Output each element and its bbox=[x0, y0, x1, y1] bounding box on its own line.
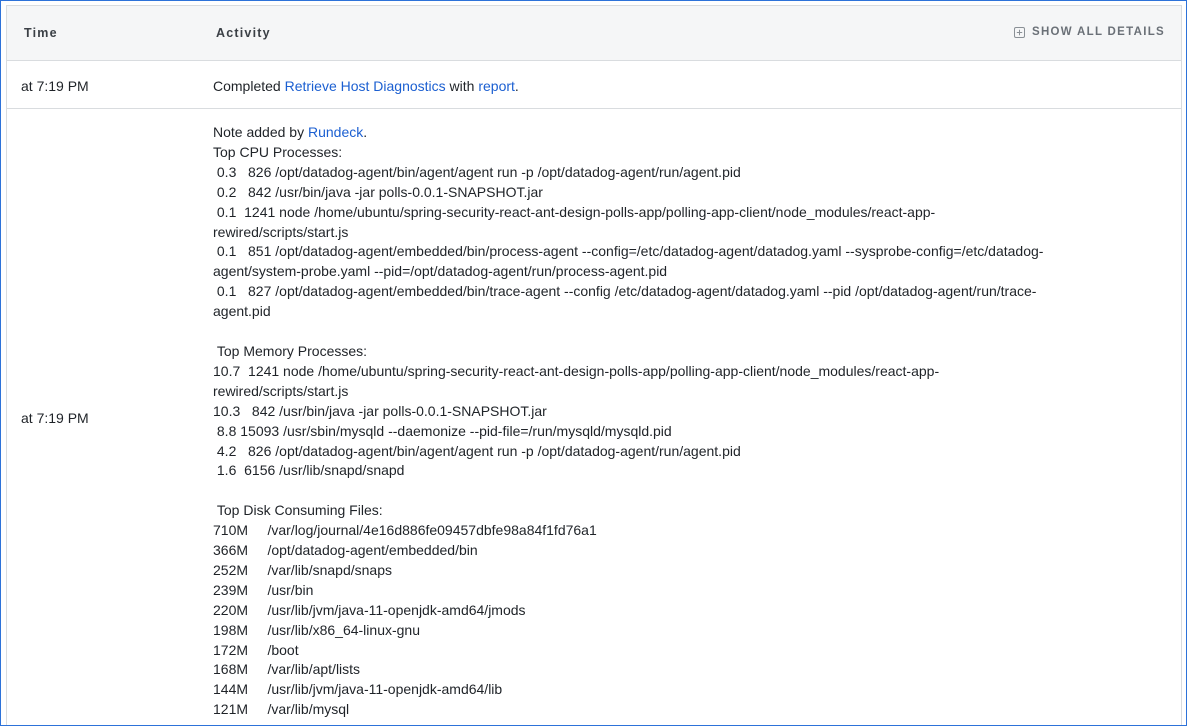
note-suffix: . bbox=[363, 124, 368, 140]
note-author-link[interactable]: Rundeck bbox=[308, 124, 363, 140]
note-prefix: Note added by bbox=[213, 124, 308, 140]
row-activity: Completed Retrieve Host Diagnostics with… bbox=[213, 78, 1063, 94]
job-link[interactable]: Retrieve Host Diagnostics bbox=[285, 78, 446, 94]
activity-table: Time Activity SHOW ALL DETAILS at 7:19 P… bbox=[6, 5, 1182, 725]
report-link[interactable]: report bbox=[478, 78, 515, 94]
row-time: at 7:19 PM bbox=[21, 78, 89, 94]
column-header-activity: Activity bbox=[216, 26, 271, 40]
column-header-time: Time bbox=[24, 26, 58, 40]
activity-suffix: . bbox=[514, 78, 519, 94]
activity-log-frame: Time Activity SHOW ALL DETAILS at 7:19 P… bbox=[0, 0, 1187, 726]
activity-middle: with bbox=[445, 78, 479, 94]
show-all-details-label: SHOW ALL DETAILS bbox=[1031, 26, 1165, 38]
table-header: Time Activity SHOW ALL DETAILS bbox=[7, 6, 1181, 61]
note-body: Top CPU Processes: 0.3 826 /opt/datadog-… bbox=[213, 143, 1044, 718]
note-header: Note added by Rundeck. bbox=[213, 123, 1063, 143]
row-activity-note: Note added by Rundeck. Top CPU Processes… bbox=[213, 123, 1063, 720]
table-row: at 7:19 PM Note added by Rundeck. Top CP… bbox=[7, 109, 1181, 725]
show-all-details-button[interactable]: SHOW ALL DETAILS bbox=[1013, 26, 1165, 38]
table-row: at 7:19 PM Completed Retrieve Host Diagn… bbox=[7, 61, 1181, 109]
row-time: at 7:19 PM bbox=[21, 410, 89, 426]
plus-square-icon bbox=[1013, 26, 1025, 38]
activity-prefix: Completed bbox=[213, 78, 285, 94]
